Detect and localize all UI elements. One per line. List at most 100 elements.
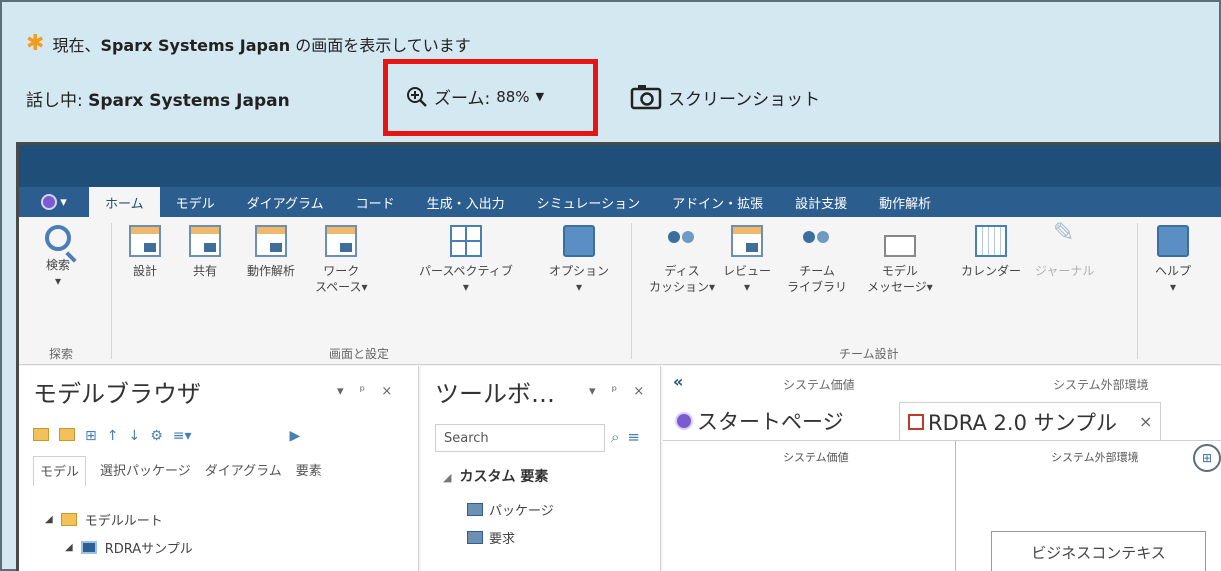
share-button[interactable]: 共有 (189, 225, 221, 279)
status-prefix: 現在、 (52, 36, 101, 55)
requirement-icon (467, 531, 483, 544)
tree-item[interactable]: ◢ モデルルート (45, 510, 163, 529)
element-link-icon[interactable]: ⊞ (1193, 444, 1221, 472)
chevron-down-icon: ▾ (575, 280, 583, 294)
canvas-column-label: システム外部環境 (1051, 451, 1139, 464)
share-icon (189, 225, 221, 257)
zoom-dropdown[interactable]: ズーム: 88% ▼ (406, 84, 544, 109)
perspective-icon (449, 225, 482, 257)
business-context-element[interactable]: ビジネスコンテキス (991, 531, 1206, 571)
new-package-icon[interactable] (33, 428, 49, 441)
workspace-icon (325, 225, 358, 257)
screenshot-button[interactable]: スクリーンショット (630, 84, 820, 110)
chevron-down-icon: ▾ (54, 274, 62, 288)
close-icon[interactable]: × (1139, 412, 1152, 431)
move-up-icon[interactable]: ↑ (107, 428, 119, 444)
calendar-button[interactable]: カレンダー (961, 225, 1021, 279)
app-menu-button[interactable]: ▾ (19, 187, 89, 217)
expand-right-icon[interactable]: ▶ (290, 428, 301, 444)
review-button[interactable]: レビュー ▾ (723, 225, 771, 295)
tab-rdra-sample-label: RDRA 2.0 サンプル (928, 410, 1117, 435)
tab-design-support[interactable]: 設計支援 (779, 187, 863, 217)
package-icon (80, 541, 97, 554)
tab-selected-package[interactable]: 選択パッケージ (100, 460, 191, 486)
toolbox-section-label: カスタム 要素 (459, 469, 549, 485)
package-icon (467, 503, 483, 516)
new-folder-icon[interactable] (59, 428, 75, 441)
tab-start-page[interactable]: スタートページ (667, 402, 852, 440)
settings-icon[interactable]: ⚙ (150, 428, 163, 444)
search-button[interactable]: 検索 ▾ (45, 225, 71, 289)
diagram-icon[interactable]: ⊞ (85, 428, 97, 444)
speaking-name: Sparx Systems Japan (88, 91, 290, 111)
journal-button[interactable]: ジャーナル (1035, 225, 1094, 279)
toolbox-search-input[interactable]: Search (435, 424, 605, 452)
toolbox-section[interactable]: ◢ カスタム 要素 (443, 466, 548, 486)
journal-icon (1049, 225, 1081, 257)
ribbon-separator (1137, 223, 1138, 359)
tab-home[interactable]: ホーム (89, 187, 160, 217)
tab-generate[interactable]: 生成・入出力 (411, 187, 521, 217)
behavior-button[interactable]: 動作解析 (247, 225, 295, 279)
menu-icon[interactable]: ≡▾ (173, 428, 192, 444)
move-down-icon[interactable]: ↓ (128, 428, 140, 444)
tree-expanded-icon: ◢ (65, 542, 73, 553)
group-screen-label: 画面と設定 (329, 347, 390, 361)
tab-model[interactable]: モデル (160, 187, 231, 217)
tab-simulation[interactable]: シミュレーション (521, 187, 656, 217)
chevron-down-icon: ▾ (1169, 280, 1177, 294)
toolbox-controls[interactable]: ▾ ᵖ × (589, 384, 650, 399)
toolbox-item-label: パッケージ (489, 504, 554, 519)
workspace-button[interactable]: ワーク スペース▾ (315, 225, 368, 295)
menu-icon[interactable]: ≡ (627, 428, 640, 446)
toolbox-title: ツールボ… (435, 380, 555, 408)
presenter-status: ✱ 現在、Sparx Systems Japan の画面を表示しています (26, 32, 471, 56)
toolbox-panel: ツールボ… ▾ ᵖ × Search ⌕ ≡ ◢ カスタム 要素 パッケージ 要求 (421, 366, 661, 571)
model-browser-controls[interactable]: ▾ ᵖ × (337, 384, 398, 399)
model-message-button[interactable]: モデル メッセージ▾ (867, 225, 933, 295)
tab-code[interactable]: コード (340, 187, 411, 217)
tab-addins[interactable]: アドイン・拡張 (656, 187, 779, 217)
help-button[interactable]: ヘルプ ▾ (1155, 225, 1191, 295)
toolbox-item[interactable]: 要求 (467, 528, 515, 547)
tree-item[interactable]: ◢ RDRAサンプル (65, 538, 193, 557)
behavior-label: 動作解析 (247, 264, 296, 278)
collapse-left-icon[interactable]: « (673, 372, 683, 391)
shared-app-area: ▾ ホーム モデル ダイアグラム コード 生成・入出力 シミュレーション アドイ… (16, 142, 1221, 571)
perspective-label: パースペクティブ (419, 264, 513, 278)
share-label: 共有 (192, 264, 217, 278)
tab-browser-diagram[interactable]: ダイアグラム (205, 460, 282, 486)
tab-model-browser[interactable]: モデル (33, 456, 87, 486)
ribbon: 検索 ▾ 探索 設計 共有 動作解析 ワーク スペース▾ パースペクティブ ▾ … (19, 217, 1221, 365)
discussion-label-1: ディス (664, 264, 700, 278)
collapse-icon: ◢ (443, 471, 452, 484)
options-icon (563, 225, 595, 257)
tab-behavior-analysis[interactable]: 動作解析 (863, 187, 947, 217)
team-library-icon (801, 225, 833, 257)
diagram-canvas[interactable]: システム価値 システム外部環境 ビジネスコンテキス (663, 440, 1221, 571)
discussion-button[interactable]: ディス カッション▾ (649, 225, 715, 295)
root-icon (60, 513, 77, 526)
discussion-icon (666, 225, 698, 257)
workspace-label-1: ワーク (323, 264, 360, 278)
team-library-button[interactable]: チーム ライブラリ (787, 225, 847, 295)
tab-rdra-sample[interactable]: RDRA 2.0 サンプル × (899, 402, 1162, 440)
review-icon (731, 225, 763, 257)
search-icon (45, 225, 71, 251)
tab-elements[interactable]: 要素 (296, 460, 322, 486)
zoom-in-icon (407, 86, 427, 107)
screen-share-window: ✱ 現在、Sparx Systems Japan の画面を表示しています 話し中… (0, 0, 1221, 571)
tab-diagram[interactable]: ダイアグラム (231, 187, 340, 217)
find-icon[interactable]: ⌕ (611, 428, 619, 446)
tree-item-label: RDRAサンプル (104, 542, 193, 557)
options-button[interactable]: オプション ▾ (549, 225, 609, 295)
perspective-button[interactable]: パースペクティブ ▾ (419, 225, 513, 295)
app-logo-icon (41, 194, 58, 210)
toolbox-item-label: 要求 (489, 532, 516, 547)
team-label-1: チーム (799, 264, 835, 278)
chevron-down-icon: ▾ (743, 280, 751, 294)
zoom-label: ズーム: (434, 89, 491, 109)
toolbox-item[interactable]: パッケージ (467, 500, 554, 519)
design-button[interactable]: 設計 (129, 225, 161, 279)
tree-expanded-icon: ◢ (45, 514, 53, 525)
